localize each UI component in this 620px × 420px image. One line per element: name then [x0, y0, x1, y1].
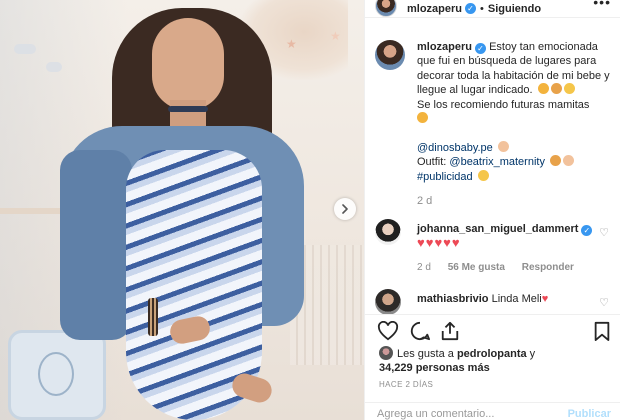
carousel-next-button[interactable]	[334, 198, 356, 220]
author-avatar[interactable]	[375, 0, 397, 17]
verified-badge-icon: ✓	[465, 3, 477, 14]
commenter-avatar[interactable]	[375, 289, 401, 315]
likes-conjunction: y	[529, 348, 536, 360]
comments-list: mlozaperu ✓ Estoy tan emocionada que fui …	[365, 40, 620, 208]
comment-time[interactable]: 2 d	[417, 262, 431, 273]
more-options-icon[interactable]: •••	[593, 0, 611, 10]
commenter-username[interactable]: mathiasbrivio	[417, 293, 489, 305]
denim-jacket-sleeve	[60, 150, 132, 340]
wall-cloud-decal	[14, 44, 36, 54]
sparkles-emoji-icon	[563, 83, 575, 95]
hand-emoji-icon	[563, 155, 575, 167]
comment-meta: 2 d 56 Me gusta Responder	[417, 261, 595, 275]
comment-text: ♥♥♥♥♥	[417, 235, 461, 250]
commenter-username[interactable]: johanna_san_miguel_dammert	[417, 223, 578, 235]
outfit-label: Outfit:	[417, 156, 447, 169]
commenter-avatar[interactable]	[375, 219, 401, 245]
mention-link[interactable]: @dinosbaby.pe	[417, 142, 493, 154]
wall-star-decal: ★	[286, 37, 297, 51]
pillow-monogram	[38, 352, 74, 396]
post-actions-bar	[365, 314, 620, 344]
comment-input[interactable]	[377, 404, 568, 420]
comment-like-icon[interactable]: ♡	[599, 296, 609, 310]
add-comment-bar: Publicar	[365, 402, 620, 420]
liker-avatar[interactable]	[379, 346, 393, 360]
post-side-panel: mlozaperu ✓ • Siguiendo ••• mlozaperu ✓ E…	[364, 0, 620, 420]
comment-text: Linda Meli	[491, 293, 542, 305]
bracelets	[148, 298, 158, 336]
wall-cloud-decal	[46, 62, 62, 72]
verified-badge-icon: ✓	[475, 43, 487, 54]
header-separator: •	[480, 2, 484, 15]
woman-face	[152, 18, 224, 110]
caption: mlozaperu ✓ Estoy tan emocionada que fui …	[365, 40, 620, 208]
liker-username[interactable]: pedrolopanta	[457, 348, 527, 360]
comment-item: johanna_san_miguel_dammert ✓ ♥♥♥♥♥ 2 d 56…	[365, 219, 620, 275]
comment-like-icon[interactable]: ♡	[599, 226, 609, 240]
publish-button[interactable]: Publicar	[568, 404, 611, 420]
caption-author-avatar[interactable]	[375, 40, 405, 70]
verified-badge-icon: ✓	[581, 225, 593, 236]
caption-time[interactable]: 2 d	[417, 194, 611, 208]
author-username[interactable]: mlozaperu	[407, 3, 462, 15]
smile-emoji-icon	[537, 83, 549, 95]
comment-bubble-icon[interactable]	[409, 321, 431, 341]
caption-username[interactable]: mlozaperu	[417, 41, 472, 53]
following-button[interactable]: Siguiendo	[488, 3, 541, 15]
like-heart-icon[interactable]	[377, 321, 399, 341]
wall-star-decal: ★	[330, 29, 341, 43]
post-timestamp[interactable]: Hace 2 días	[379, 380, 433, 389]
caption-text-2: Se los recomiendo futuras mamitas	[417, 98, 590, 111]
likes-count[interactable]: 34,229 personas más	[379, 362, 490, 374]
mention-link[interactable]: @beatrix_maternity	[449, 156, 545, 168]
likes-prefix: Les gusta a	[397, 348, 454, 360]
sparkles-emoji-icon	[477, 169, 489, 181]
post-header: mlozaperu ✓ • Siguiendo •••	[365, 0, 620, 18]
pregnant-emoji-icon	[550, 83, 562, 95]
post-photo[interactable]: ★ ★	[0, 0, 364, 420]
comment-likes[interactable]: 56 Me gusta	[448, 262, 505, 273]
heart-emoji-icon: ♥	[541, 293, 549, 305]
comment-item: mathiasbrivio Linda Meli♥ ♡	[365, 289, 620, 315]
smile-emoji-icon	[417, 112, 428, 124]
choker-necklace	[168, 106, 208, 112]
hand-emoji-icon	[497, 140, 509, 152]
likes-summary: Les gusta a pedrolopanta y 34,229 person…	[379, 346, 611, 375]
bookmark-save-icon[interactable]	[591, 321, 613, 341]
hashtag-link[interactable]: #publicidad	[417, 171, 473, 183]
chevron-right-icon	[342, 204, 348, 214]
share-icon[interactable]	[439, 321, 461, 341]
reply-button[interactable]: Responder	[522, 262, 574, 273]
pregnant-emoji-icon	[550, 155, 562, 167]
